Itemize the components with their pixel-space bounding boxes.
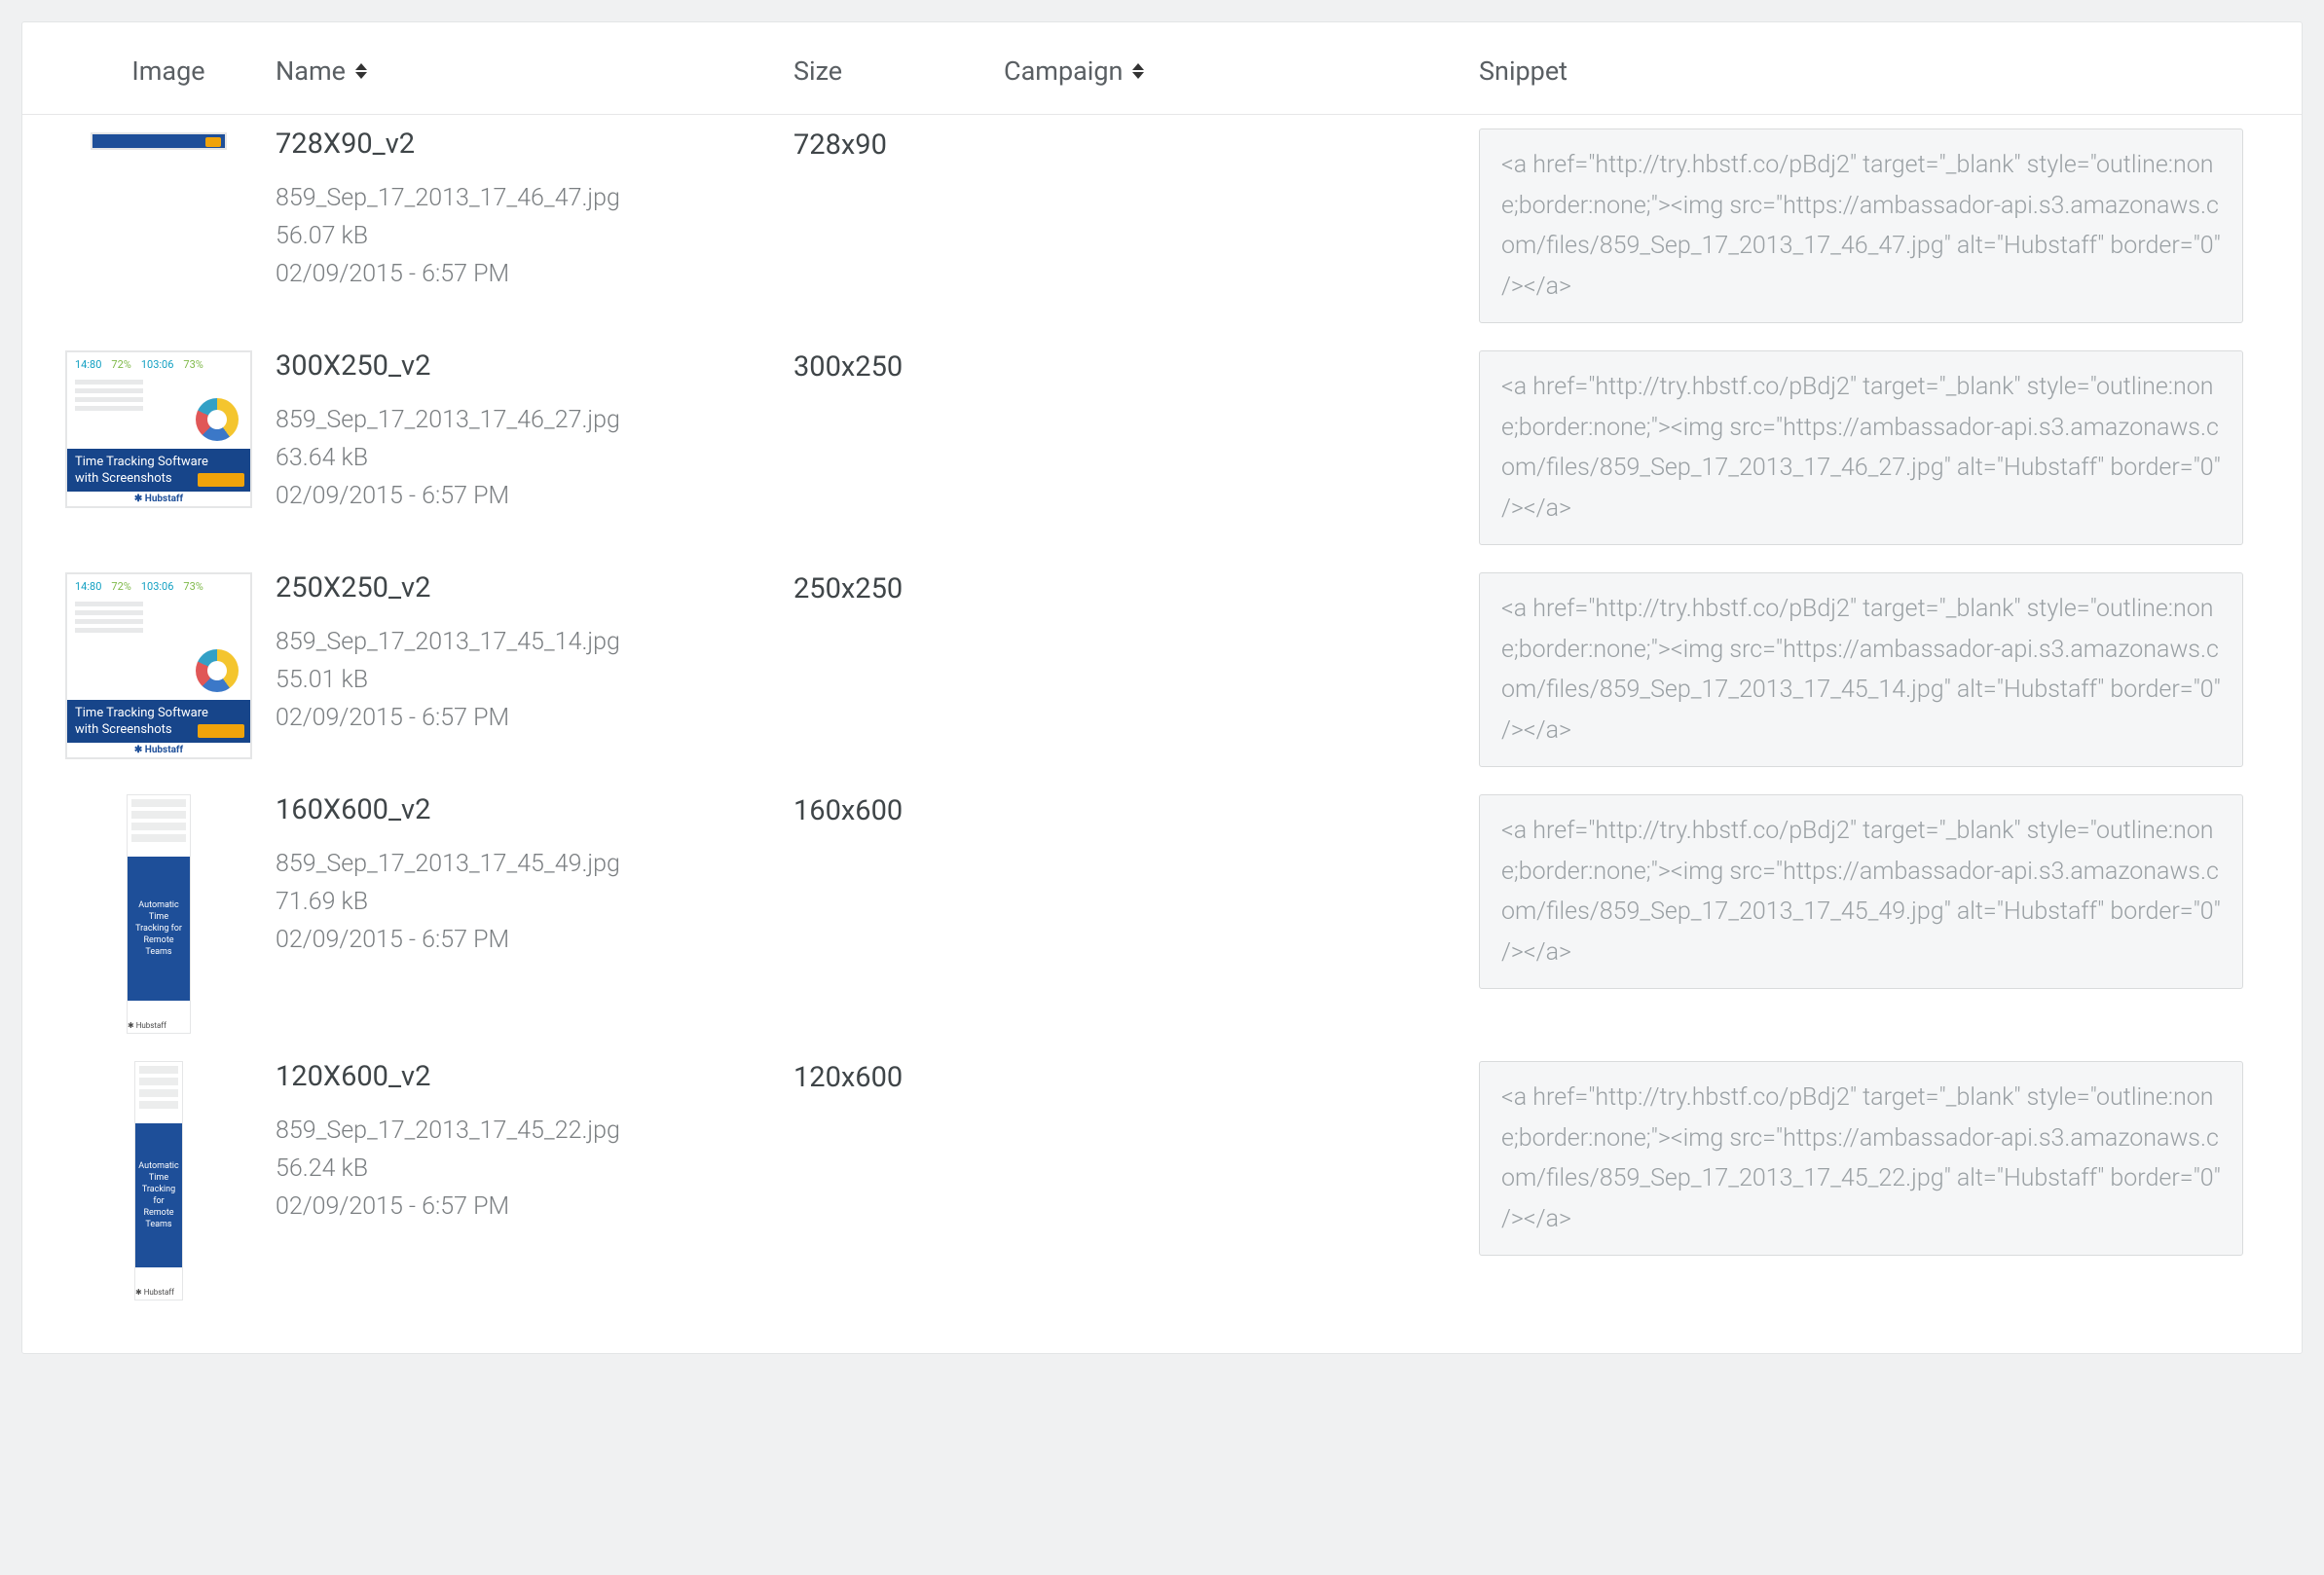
snippet-textarea[interactable]: <a href="http://try.hbstf.co/pBdj2" targ… bbox=[1479, 1061, 2243, 1256]
asset-filesize: 71.69 kB bbox=[276, 884, 793, 922]
asset-thumbnail[interactable]: 14:8072%103:0673% Time Tracking Software… bbox=[65, 572, 252, 759]
asset-name[interactable]: 160X600_v2 bbox=[276, 794, 793, 826]
asset-thumbnail[interactable]: Automatic Time Tracking for Remote Teams… bbox=[127, 794, 191, 1034]
asset-size: 300x250 bbox=[793, 350, 1004, 384]
snippet-textarea[interactable]: <a href="http://try.hbstf.co/pBdj2" targ… bbox=[1479, 128, 2243, 323]
asset-filesize: 63.64 kB bbox=[276, 440, 793, 478]
table-row: Automatic Time Tracking for Remote Teams… bbox=[22, 781, 2302, 1047]
column-header-name: Name bbox=[276, 55, 346, 87]
asset-filename: 859_Sep_17_2013_17_45_22.jpg bbox=[276, 1113, 793, 1151]
table-row: 728X90_v2 859_Sep_17_2013_17_46_47.jpg 5… bbox=[22, 115, 2302, 337]
asset-datetime: 02/09/2015 - 6:57 PM bbox=[276, 256, 793, 294]
asset-name[interactable]: 120X600_v2 bbox=[276, 1061, 793, 1093]
asset-name[interactable]: 300X250_v2 bbox=[276, 350, 793, 383]
column-header-name-sort[interactable]: Name bbox=[276, 55, 367, 87]
asset-name[interactable]: 250X250_v2 bbox=[276, 572, 793, 604]
table-header-row: Image Name Size Campaign Snippet bbox=[22, 22, 2302, 115]
assets-table-panel: Image Name Size Campaign Snippet 728X90_… bbox=[21, 21, 2303, 1354]
asset-thumbnail[interactable] bbox=[91, 132, 227, 150]
snippet-textarea[interactable]: <a href="http://try.hbstf.co/pBdj2" targ… bbox=[1479, 350, 2243, 545]
asset-thumbnail[interactable]: Automatic Time Tracking for Remote Teams… bbox=[134, 1061, 183, 1300]
asset-filesize: 56.07 kB bbox=[276, 218, 793, 256]
asset-filename: 859_Sep_17_2013_17_45_49.jpg bbox=[276, 846, 793, 884]
column-header-snippet: Snippet bbox=[1479, 55, 1568, 87]
asset-filesize: 55.01 kB bbox=[276, 662, 793, 700]
asset-filename: 859_Sep_17_2013_17_45_14.jpg bbox=[276, 624, 793, 662]
sort-icon bbox=[1132, 63, 1144, 79]
asset-size: 728x90 bbox=[793, 128, 1004, 162]
asset-filename: 859_Sep_17_2013_17_46_47.jpg bbox=[276, 180, 793, 218]
asset-datetime: 02/09/2015 - 6:57 PM bbox=[276, 1189, 793, 1227]
table-row: 14:8072%103:0673% Time Tracking Software… bbox=[22, 337, 2302, 559]
asset-size: 120x600 bbox=[793, 1061, 1004, 1094]
asset-size: 160x600 bbox=[793, 794, 1004, 827]
asset-datetime: 02/09/2015 - 6:57 PM bbox=[276, 922, 793, 960]
column-header-campaign: Campaign bbox=[1004, 55, 1123, 87]
table-row: Automatic Time Tracking for Remote Teams… bbox=[22, 1047, 2302, 1314]
asset-filesize: 56.24 kB bbox=[276, 1151, 793, 1189]
asset-filename: 859_Sep_17_2013_17_46_27.jpg bbox=[276, 402, 793, 440]
column-header-image: Image bbox=[131, 55, 204, 87]
asset-thumbnail[interactable]: 14:8072%103:0673% Time Tracking Software… bbox=[65, 350, 252, 508]
asset-datetime: 02/09/2015 - 6:57 PM bbox=[276, 478, 793, 516]
snippet-textarea[interactable]: <a href="http://try.hbstf.co/pBdj2" targ… bbox=[1479, 572, 2243, 767]
snippet-textarea[interactable]: <a href="http://try.hbstf.co/pBdj2" targ… bbox=[1479, 794, 2243, 989]
asset-size: 250x250 bbox=[793, 572, 1004, 605]
sort-icon bbox=[355, 63, 367, 79]
column-header-campaign-sort[interactable]: Campaign bbox=[1004, 55, 1144, 87]
asset-name[interactable]: 728X90_v2 bbox=[276, 128, 793, 161]
column-header-size: Size bbox=[793, 55, 842, 87]
asset-datetime: 02/09/2015 - 6:57 PM bbox=[276, 700, 793, 738]
table-row: 14:8072%103:0673% Time Tracking Software… bbox=[22, 559, 2302, 781]
